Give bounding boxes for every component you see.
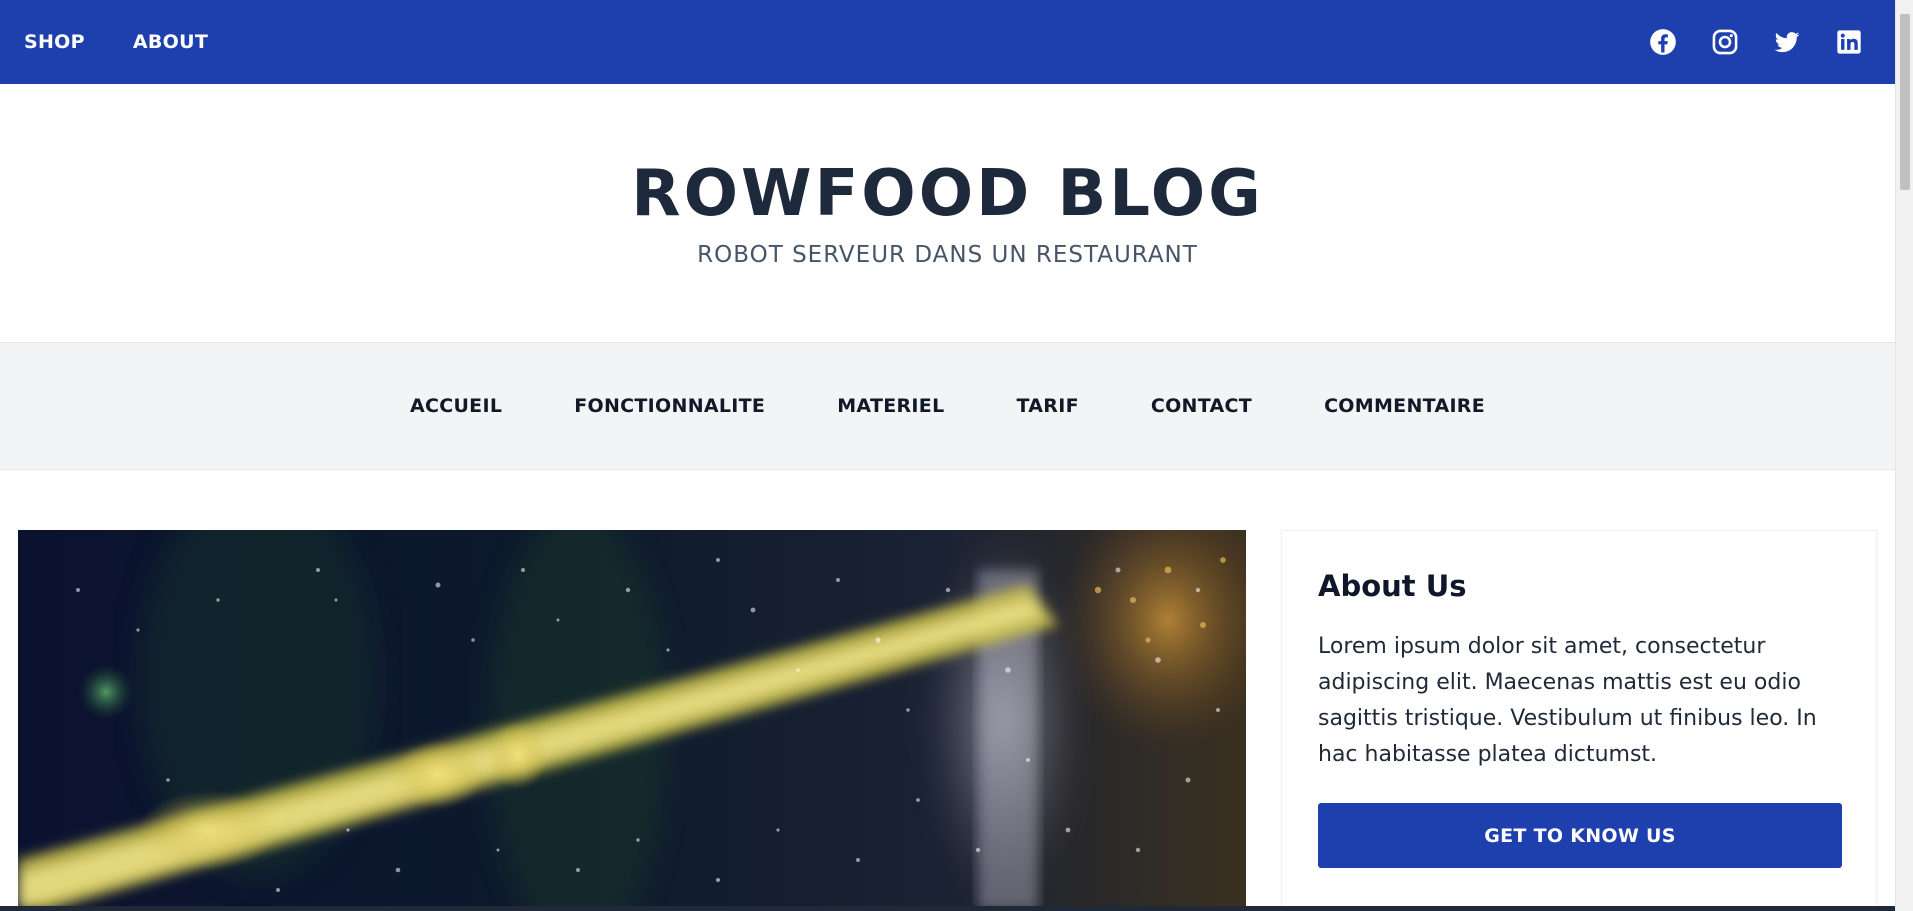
linkedin-icon[interactable] [1835, 28, 1863, 56]
facebook-icon[interactable] [1649, 28, 1677, 56]
top-nav: SHOP ABOUT [24, 31, 208, 53]
main-nav-fonctionnalite[interactable]: FONCTIONNALITE [574, 395, 765, 417]
vertical-scrollbar[interactable] [1895, 0, 1913, 911]
top-nav-about[interactable]: ABOUT [133, 31, 208, 53]
main-content: About Us Lorem ipsum dolor sit amet, con… [18, 530, 1877, 911]
twitter-icon[interactable] [1773, 28, 1801, 56]
main-nav: ACCUEIL FONCTIONNALITE MATERIEL TARIF CO… [0, 343, 1895, 470]
main-nav-tarif[interactable]: TARIF [1016, 395, 1078, 417]
main-nav-accueil[interactable]: ACCUEIL [410, 395, 502, 417]
about-text: Lorem ipsum dolor sit amet, consectetur … [1318, 634, 1817, 767]
about-card: About Us Lorem ipsum dolor sit amet, con… [1281, 530, 1877, 911]
main-nav-contact[interactable]: CONTACT [1151, 395, 1252, 417]
get-to-know-us-button[interactable]: GET TO KNOW US [1318, 803, 1842, 868]
scrollbar-thumb[interactable] [1900, 14, 1910, 190]
main-nav-commentaire[interactable]: COMMENTAIRE [1324, 395, 1485, 417]
site-tagline: ROBOT SERVEUR DANS UN RESTAURANT [697, 242, 1198, 268]
instagram-icon[interactable] [1711, 28, 1739, 56]
social-links [1649, 28, 1863, 56]
main-nav-materiel[interactable]: MATERIEL [837, 395, 944, 417]
top-bar: SHOP ABOUT [0, 0, 1895, 84]
site-title[interactable]: ROWFOOD BLOG [631, 162, 1263, 226]
hero-image[interactable] [18, 530, 1246, 910]
bottom-strip [0, 906, 1895, 911]
site-header: ROWFOOD BLOG ROBOT SERVEUR DANS UN RESTA… [0, 84, 1895, 343]
page: SHOP ABOUT ROWFOOD BLOG ROBOT SERVEUR DA… [0, 0, 1895, 911]
top-nav-shop[interactable]: SHOP [24, 31, 85, 53]
about-title: About Us [1318, 569, 1467, 603]
